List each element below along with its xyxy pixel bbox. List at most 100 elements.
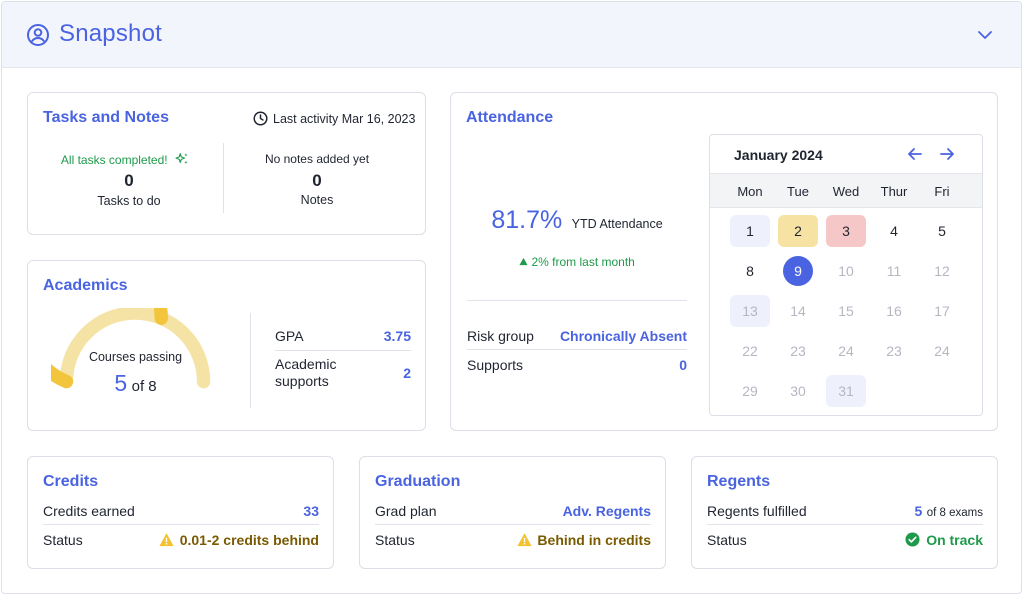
attendance-card: Attendance 81.7% YTD Attendance 2% from … xyxy=(450,92,998,431)
credits-title[interactable]: Credits xyxy=(43,473,98,491)
snapshot-panel: Snapshot Tasks and Notes Last activity M… xyxy=(1,1,1022,594)
notes-count: 0 xyxy=(312,171,322,190)
graduation-card: Graduation Grad plan Adv. Regents Status… xyxy=(359,456,666,569)
calendar-month: January 2024 xyxy=(734,147,823,163)
clock-icon xyxy=(253,111,268,126)
graduation-title[interactable]: Graduation xyxy=(375,473,460,491)
gpa-value[interactable]: 3.75 xyxy=(328,328,411,344)
regents-fulfilled-total: of 8 exams xyxy=(926,507,983,519)
calendar-day[interactable]: 23 xyxy=(874,335,914,367)
calendar-weekdays: Mon Tue Wed Thur Fri xyxy=(710,173,982,208)
row-divider xyxy=(375,524,651,525)
attendance-title[interactable]: Attendance xyxy=(466,109,553,127)
academics-title[interactable]: Academics xyxy=(43,277,128,295)
calendar-day[interactable]: 14 xyxy=(778,295,818,327)
weekday: Fri xyxy=(934,184,950,199)
calendar-day[interactable]: 24 xyxy=(922,335,962,367)
calendar-day[interactable]: 17 xyxy=(922,295,962,327)
row-divider xyxy=(43,524,319,525)
tasks-notes-title[interactable]: Tasks and Notes xyxy=(43,109,169,127)
notes-label: Notes xyxy=(300,193,334,207)
courses-total: of 8 xyxy=(131,378,157,395)
calendar-day[interactable]: 11 xyxy=(874,255,914,287)
sparkle-icon xyxy=(175,153,188,164)
grad-plan-label: Grad plan xyxy=(375,503,437,519)
attendance-change: 2% from last month xyxy=(467,255,687,269)
attendance-calendar: January 2024 Mon Tue Wed Thur Fri 123458… xyxy=(709,134,983,416)
academics-card: Academics Courses passing 5 of 8 GPA 3.7… xyxy=(27,260,426,431)
calendar-day[interactable]: 1 xyxy=(730,215,770,247)
calendar-day[interactable]: 9 xyxy=(783,256,813,286)
risk-group-value[interactable]: Chronically Absent xyxy=(547,328,687,344)
page-title: Snapshot xyxy=(59,20,163,47)
divider xyxy=(250,313,251,408)
gpa-label: GPA xyxy=(275,328,304,344)
grad-plan-value[interactable]: Adv. Regents xyxy=(510,503,651,519)
arrow-left-icon[interactable] xyxy=(907,146,923,162)
calendar-day[interactable]: 23 xyxy=(778,335,818,367)
tasks-completed-text: All tasks completed! xyxy=(60,153,168,167)
weekday: Wed xyxy=(832,184,860,199)
check-circle-icon xyxy=(905,532,920,547)
regents-status-value: On track xyxy=(926,532,983,548)
row-divider xyxy=(707,524,983,525)
weekday: Thur xyxy=(880,184,908,199)
triangle-up-icon xyxy=(519,257,528,266)
regents-title[interactable]: Regents xyxy=(707,473,770,491)
regents-card: Regents Regents fulfilled 5 of 8 exams S… xyxy=(691,456,998,569)
calendar-day[interactable]: 22 xyxy=(730,335,770,367)
snapshot-header[interactable]: Snapshot xyxy=(2,2,1021,68)
attendance-percent-row: 81.7% YTD Attendance xyxy=(467,206,687,235)
regents-status-label: Status xyxy=(707,532,747,548)
calendar-day[interactable]: 12 xyxy=(922,255,962,287)
calendar-day[interactable]: 3 xyxy=(826,215,866,247)
calendar-header: January 2024 xyxy=(710,135,982,173)
credits-earned-value[interactable]: 33 xyxy=(228,503,319,519)
arrow-right-icon[interactable] xyxy=(939,146,955,162)
credits-status: 0.01-2 credits behind xyxy=(128,532,319,548)
calendar-day[interactable]: 31 xyxy=(826,375,866,407)
calendar-day[interactable]: 30 xyxy=(778,375,818,407)
calendar-day[interactable]: 29 xyxy=(730,375,770,407)
grad-status-label: Status xyxy=(375,532,415,548)
attendance-percent-label: YTD Attendance xyxy=(571,217,663,231)
calendar-day[interactable]: 5 xyxy=(922,215,962,247)
calendar-grid: 1 2 3 4 5 8 9 10 11 12 13 14 15 16 17 22 23 24 23 24 29 30 31 xyxy=(710,215,982,415)
credits-status-label: Status xyxy=(43,532,83,548)
calendar-day[interactable]: 4 xyxy=(874,215,914,247)
grad-status: Behind in credits xyxy=(460,532,651,548)
credits-status-value: 0.01-2 credits behind xyxy=(179,532,319,548)
last-activity: Last activity Mar 16, 2023 xyxy=(273,112,416,126)
regents-fulfilled[interactable]: 5 of 8 exams xyxy=(842,503,984,521)
notes-section[interactable]: No notes added yet 0 Notes xyxy=(224,149,410,213)
tasks-notes-card: Tasks and Notes Last activity Mar 16, 20… xyxy=(27,92,426,235)
calendar-day[interactable]: 24 xyxy=(826,335,866,367)
credits-card: Credits Credits earned 33 Status 0.01-2 … xyxy=(27,456,334,569)
calendar-day[interactable]: 15 xyxy=(826,295,866,327)
calendar-day[interactable]: 2 xyxy=(778,215,818,247)
attendance-change-text: 2% from last month xyxy=(531,255,635,269)
chevron-down-icon[interactable] xyxy=(977,27,993,43)
weekday: Tue xyxy=(787,184,809,199)
academic-supports-value[interactable]: 2 xyxy=(328,365,411,381)
row-divider xyxy=(275,350,411,351)
tasks-label: Tasks to do xyxy=(97,194,161,208)
calendar-day[interactable]: 10 xyxy=(826,255,866,287)
courses-passing-value: 5 xyxy=(114,370,128,396)
regents-fulfilled-label: Regents fulfilled xyxy=(707,503,807,519)
attendance-supports-value[interactable]: 0 xyxy=(601,357,687,373)
regents-fulfilled-value: 5 xyxy=(914,503,923,519)
gauge-label: Courses passing xyxy=(88,350,183,364)
tasks-section[interactable]: All tasks completed! 0 Tasks to do xyxy=(28,149,222,213)
calendar-day[interactable]: 8 xyxy=(730,255,770,287)
credits-earned-label: Credits earned xyxy=(43,503,135,519)
weekday: Mon xyxy=(737,184,763,199)
calendar-day[interactable]: 13 xyxy=(730,295,770,327)
calendar-day[interactable]: 16 xyxy=(874,295,914,327)
row-divider xyxy=(467,349,687,350)
warning-icon xyxy=(159,533,174,547)
user-circle-icon xyxy=(27,24,49,46)
regents-status: On track xyxy=(792,532,983,548)
attendance-percent: 81.7% xyxy=(491,206,563,234)
risk-group-label: Risk group xyxy=(467,328,534,344)
